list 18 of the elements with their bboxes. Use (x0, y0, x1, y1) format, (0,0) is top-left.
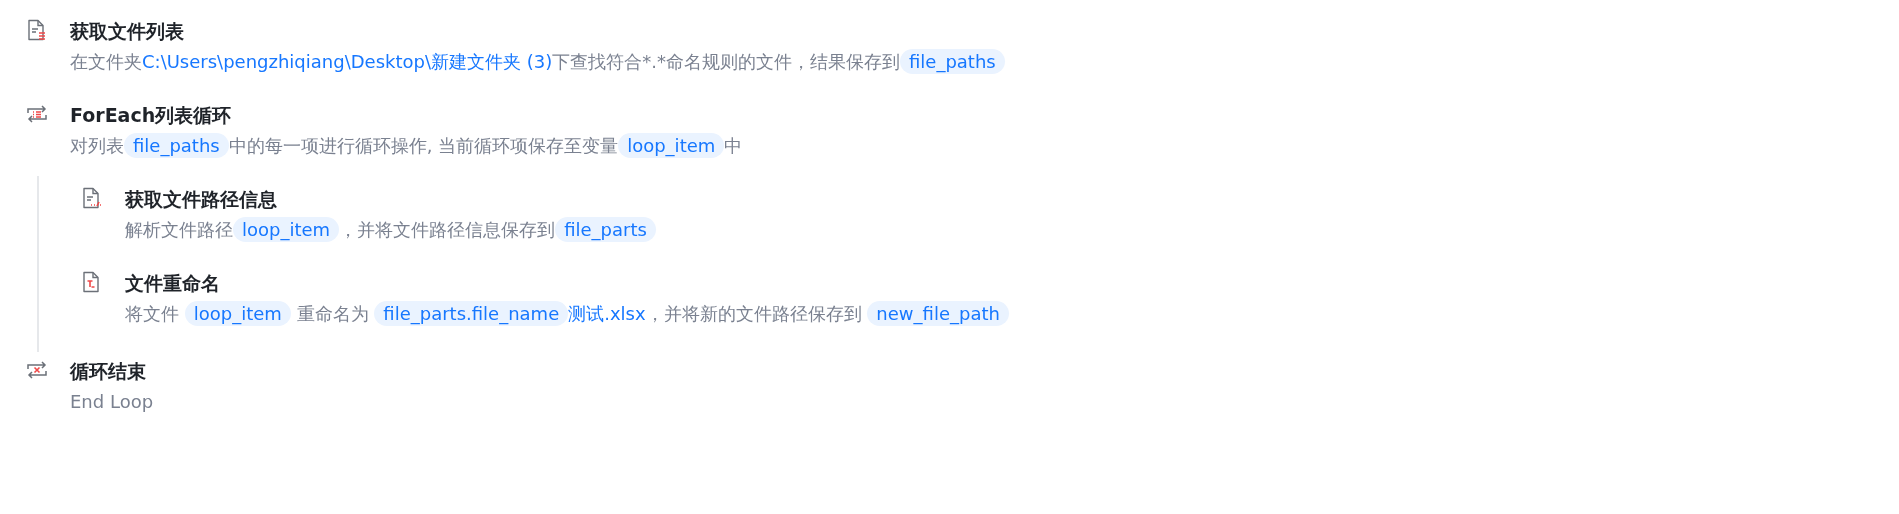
step-description: End Loop (70, 390, 154, 414)
step-description: 解析文件路径 loop_item ，并将文件路径信息保存到 file_parts (125, 214, 656, 246)
variable-tag: file_paths (124, 133, 229, 158)
step-description: 对列表 file_paths 中的每一项进行循环操作, 当前循环项保存至变量 loop_item 中 (70, 132, 743, 160)
variable-tag: loop_item (618, 133, 725, 158)
step-title: ForEach列表循环 (70, 103, 233, 128)
variable-tag: loop_item (233, 217, 340, 242)
step-description: 将文件 loop_item 重命名为 file_parts.file_name 测试.xlsx，并将新的文件路径保存到 new_file_path (125, 298, 1009, 330)
step-title: 文件重命名 (125, 271, 221, 296)
variable-tag: file_paths (899, 49, 1005, 74)
variable-tag: loop_item (184, 301, 291, 326)
variable-tag: file_parts.file_name (374, 301, 569, 326)
step-title: 循环结束 (70, 359, 147, 384)
step-description: 在文件夹C:\Users\pengzhiqiang\Desktop\新建文件夹 (3)下查找符合*.*命名规则的文件，结果保存到 file_paths (70, 46, 1005, 78)
variable-tag: file_parts (555, 217, 656, 242)
variable-tag: new_file_path (867, 301, 1009, 326)
step-title: 获取文件列表 (70, 19, 185, 44)
step-title: 获取文件路径信息 (125, 187, 278, 212)
